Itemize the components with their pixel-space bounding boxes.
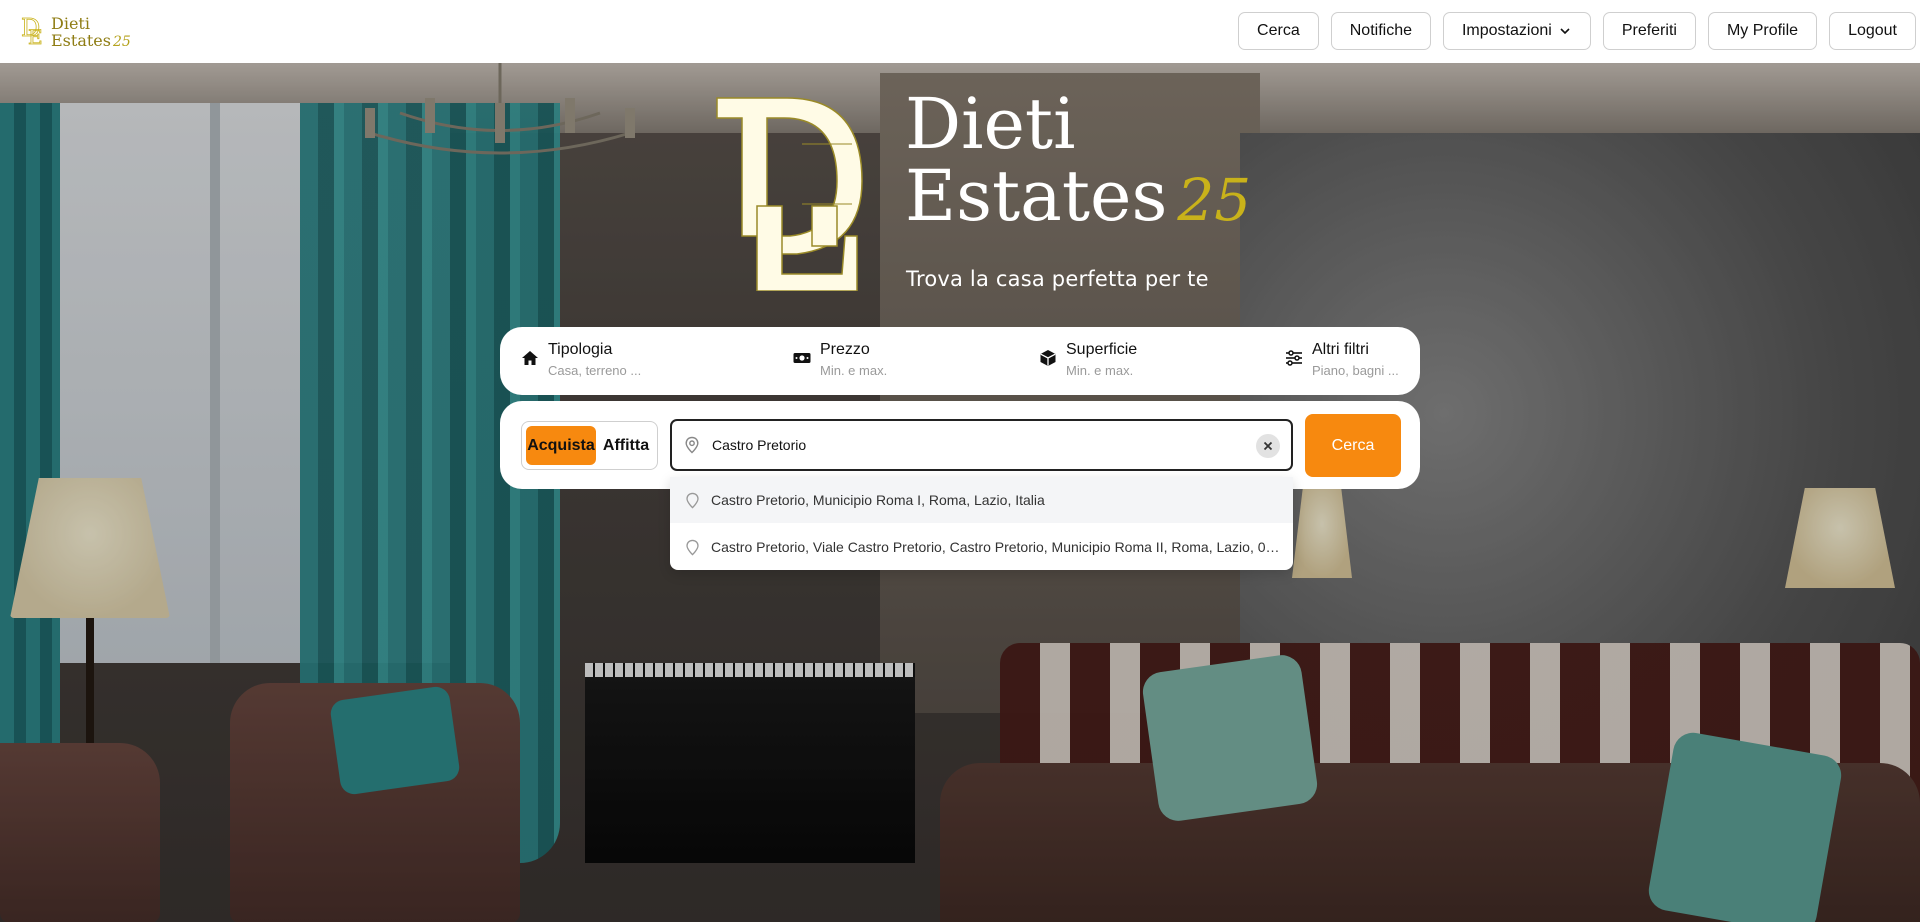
filter-prezzo-label: Prezzo — [820, 341, 870, 358]
toggle-acquista[interactable]: Acquista — [526, 426, 596, 465]
brand-name-line2: Estates 25 — [51, 32, 131, 51]
top-navbar: D E Dieti Estates 25 Cerca Notifiche Impo… — [0, 0, 1920, 63]
nav-my-profile-button[interactable]: My Profile — [1707, 12, 1818, 50]
filter-prezzo-hint: Min. e max. — [820, 363, 888, 378]
hero-title-number: 25 — [1177, 166, 1252, 234]
suggestion-item[interactable]: Castro Pretorio, Viale Castro Pretorio, … — [670, 524, 1293, 570]
nav-logout-label: Logout — [1848, 22, 1897, 39]
monogram-icon: D E — [21, 14, 43, 48]
close-icon — [1263, 441, 1273, 451]
brand-name-word: Estates — [51, 31, 111, 50]
home-icon — [522, 351, 538, 365]
location-search-input[interactable] — [712, 431, 1232, 459]
search-bar: Acquista Affitta Cerca — [500, 401, 1420, 489]
nav-my-profile-label: My Profile — [1726, 22, 1799, 39]
brand-logo[interactable]: D E Dieti Estates 25 — [20, 12, 131, 52]
hero-title-line1: Dieti — [905, 83, 1076, 165]
main-nav: Cerca Notifiche Impostazioni Preferiti M… — [1238, 12, 1916, 50]
hero-title-line2: Estates 25 — [905, 160, 1251, 236]
filter-tipologia[interactable]: Tipologia Casa, terreno ... — [520, 341, 641, 380]
nav-cerca-label: Cerca — [1257, 22, 1300, 39]
hero-title-word: Estates — [905, 155, 1168, 237]
nav-preferiti-button[interactable]: Preferiti — [1602, 12, 1696, 50]
filter-altri-label: Altri filtri — [1312, 341, 1369, 358]
location-pin-icon — [685, 436, 699, 454]
svg-text:E: E — [28, 25, 43, 48]
suggestion-text: Castro Pretorio, Municipio Roma I, Roma,… — [711, 492, 1045, 508]
nav-logout-button[interactable]: Logout — [1829, 12, 1916, 50]
brand-monogram-icon — [716, 97, 863, 291]
filter-prezzo[interactable]: Prezzo Min. e max. — [792, 341, 887, 380]
nav-impostazioni-dropdown[interactable]: Impostazioni — [1442, 12, 1591, 50]
buy-rent-toggle: Acquista Affitta — [521, 421, 658, 470]
location-suggestions: Castro Pretorio, Municipio Roma I, Roma,… — [670, 477, 1293, 570]
hero-tagline: Trova la casa perfetta per te — [906, 267, 1209, 291]
location-search-field — [670, 419, 1293, 471]
nav-impostazioni-label: Impostazioni — [1461, 22, 1552, 39]
suggestion-text: Castro Pretorio, Viale Castro Pretorio, … — [711, 539, 1281, 555]
search-submit-button[interactable]: Cerca — [1305, 414, 1401, 477]
nav-notifiche-button[interactable]: Notifiche — [1330, 12, 1431, 50]
chevron-down-icon — [1560, 28, 1570, 35]
suggestion-item[interactable]: Castro Pretorio, Municipio Roma I, Roma,… — [670, 477, 1293, 523]
toggle-affitta[interactable]: Affitta — [598, 426, 654, 465]
location-pin-icon — [686, 492, 699, 508]
filter-altri-hint: Piano, bagni ... — [1312, 363, 1399, 378]
brand-name-line1: Dieti — [51, 14, 90, 33]
filter-altri[interactable]: Altri filtri Piano, bagni ... — [1284, 341, 1399, 380]
brand-number: 25 — [112, 34, 131, 50]
clear-search-button[interactable] — [1256, 434, 1280, 458]
nav-cerca-button[interactable]: Cerca — [1238, 12, 1319, 50]
location-pin-icon — [686, 539, 699, 555]
sliders-icon — [1286, 350, 1302, 366]
filter-bar: Tipologia Casa, terreno ... Prezzo Min. … — [500, 327, 1420, 395]
filter-superficie[interactable]: Superficie Min. e max. — [1038, 341, 1137, 380]
nav-preferiti-label: Preferiti — [1621, 22, 1677, 39]
filter-tipologia-hint: Casa, terreno ... — [548, 363, 642, 378]
hero-brand-title: Dieti Estates 25 — [905, 88, 1251, 236]
filter-superficie-label: Superficie — [1066, 341, 1138, 358]
banknote-icon — [793, 353, 811, 363]
nav-notifiche-label: Notifiche — [1349, 22, 1412, 39]
cube-icon — [1040, 350, 1056, 366]
filter-tipologia-label: Tipologia — [548, 341, 613, 358]
filter-superficie-hint: Min. e max. — [1066, 363, 1134, 378]
